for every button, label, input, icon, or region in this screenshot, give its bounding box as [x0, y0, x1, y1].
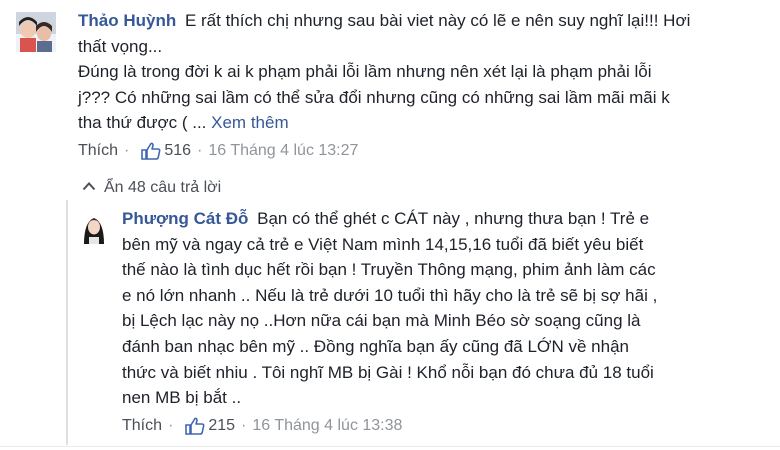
- comment-text-segment: E rất thích chị nhưng sau bài viet này c…: [184, 11, 691, 30]
- hide-replies-link[interactable]: Ẩn 48 câu trả lời: [82, 179, 221, 197]
- timestamp[interactable]: 16 Tháng 4 lúc 13:27: [208, 142, 358, 160]
- thumbs-up-icon[interactable]: [141, 142, 161, 160]
- reply-body: Phượng Cát Đỗ Bạn có thể ghét c CÁT này …: [122, 206, 657, 435]
- reply-text: Phượng Cát Đỗ Bạn có thể ghét c CÁT này …: [122, 206, 657, 411]
- reply-line: bị Lệch lạc này nọ ..Hơn nữa cái bạn mà …: [122, 311, 641, 331]
- separator: ·: [168, 416, 174, 434]
- like-count[interactable]: 215: [208, 417, 235, 435]
- reply-thread-line: [66, 200, 68, 445]
- comment-line: j??? Có những sai lầm có thể sửa đổi như…: [78, 87, 670, 107]
- reply-line: thế nào là tình dục hết rồi bạn ! Truyền…: [122, 260, 656, 280]
- comment-author[interactable]: Thảo Huỳnh: [78, 11, 176, 30]
- reply-author[interactable]: Phượng Cát Đỗ: [122, 209, 248, 228]
- comment-text-segment: tha thứ được ( ...: [78, 113, 207, 133]
- comment-body: Thảo Huỳnh E rất thích chị nhưng sau bài…: [78, 8, 690, 160]
- reply-text-segment: Bạn có thể ghét c CÁT này , nhưng thưa b…: [257, 209, 650, 228]
- like-count[interactable]: 516: [164, 142, 191, 160]
- comment-line: Thảo Huỳnh E rất thích chị nhưng sau bài…: [78, 8, 690, 34]
- avatar[interactable]: [78, 212, 110, 244]
- hide-replies-label: Ẩn 48 câu trả lời: [104, 179, 222, 196]
- separator: ·: [197, 141, 203, 159]
- see-more-link[interactable]: Xem thêm: [211, 113, 288, 132]
- comment-line: tha thứ được ( ... Xem thêm: [78, 110, 690, 136]
- separator: ·: [124, 141, 130, 159]
- comment-actions: Thích · 516 · 16 Tháng 4 lúc 13:27: [78, 142, 690, 160]
- timestamp[interactable]: 16 Tháng 4 lúc 13:38: [252, 417, 402, 435]
- divider: [0, 446, 780, 447]
- thumbs-up-icon[interactable]: [185, 417, 205, 435]
- like-button[interactable]: Thích: [78, 142, 118, 160]
- reply-line: bên mỹ và ngay cả trẻ e Việt Nam mình 14…: [122, 234, 644, 254]
- comment-line: Đúng là trong đời k ai k phạm phải lỗi l…: [78, 62, 652, 82]
- separator: ·: [241, 416, 247, 434]
- reply-line: Phượng Cát Đỗ Bạn có thể ghét c CÁT này …: [122, 206, 657, 232]
- avatar-photo: [16, 12, 56, 52]
- comment-text: Thảo Huỳnh E rất thích chị nhưng sau bài…: [78, 8, 690, 136]
- reply-line: thức và biết nhiu . Tôi nghĩ MB bị Gài !…: [122, 362, 654, 382]
- reply-line: nen MB bị bắt ..: [122, 388, 242, 408]
- chevron-up-icon: [82, 182, 96, 191]
- reply-line: e nó lớn nhanh .. Nếu là trẻ dưới 10 tuổ…: [122, 285, 658, 305]
- avatar[interactable]: [16, 12, 56, 52]
- avatar-photo: [78, 212, 110, 244]
- reply-actions: Thích · 215 · 16 Tháng 4 lúc 13:38: [122, 417, 657, 435]
- comment-line: thất vọng...: [78, 36, 163, 56]
- like-button[interactable]: Thích: [122, 417, 162, 435]
- reply-line: đánh ban nhạc bên mỹ .. Đồng nghĩa bạn ấ…: [122, 336, 629, 356]
